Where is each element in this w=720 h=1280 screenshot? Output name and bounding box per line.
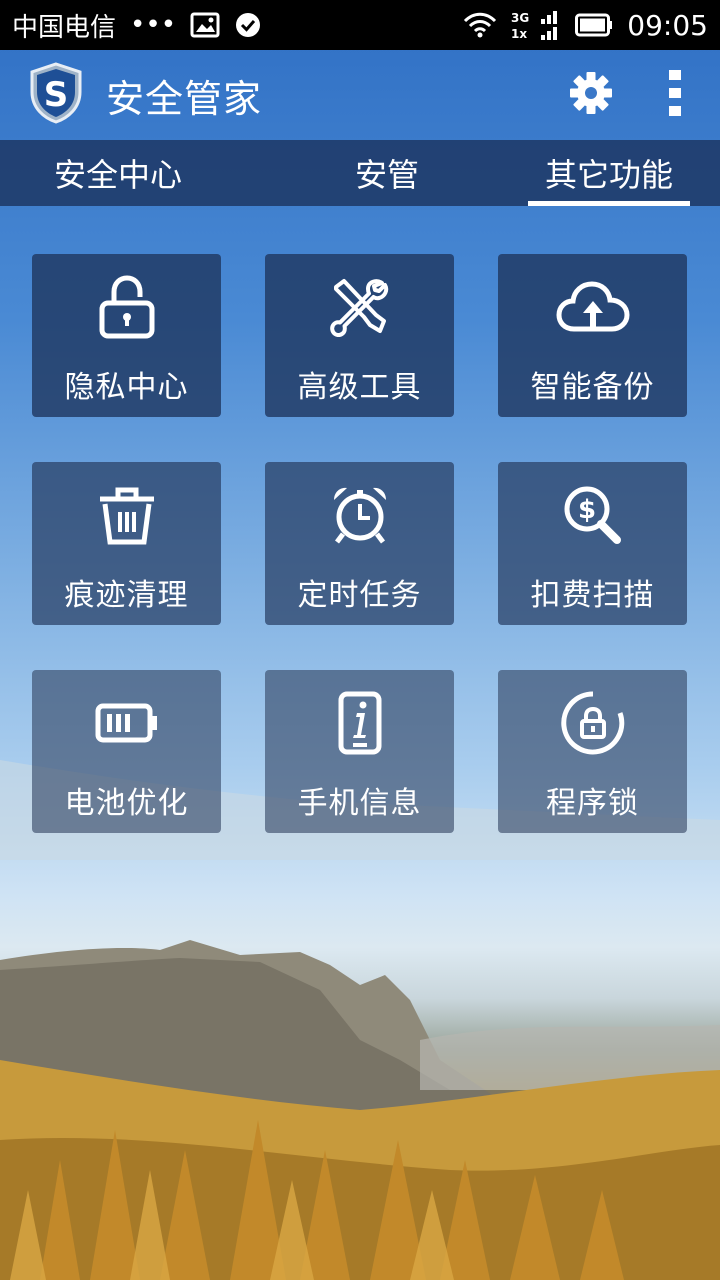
tile-label: 手机信息 xyxy=(297,786,422,821)
svg-text:3G: 3G xyxy=(511,11,529,25)
tile-label: 扣费扫描 xyxy=(530,578,655,613)
tile-label: 定时任务 xyxy=(297,578,422,613)
check-circle-icon xyxy=(234,11,262,39)
tile-label: 程序锁 xyxy=(546,786,639,821)
cellular-signal-icon: 3G 1x xyxy=(511,9,561,41)
tile-advanced-tools[interactable]: 高级工具 xyxy=(265,254,454,417)
dollar-search-icon: $ xyxy=(553,484,633,546)
lock-icon xyxy=(87,275,167,339)
svg-text:S: S xyxy=(44,75,69,115)
battery-status-icon xyxy=(575,13,613,37)
app-bar: S 安全管家 xyxy=(0,50,720,140)
circle-lock-icon xyxy=(553,691,633,755)
overflow-menu-icon[interactable] xyxy=(668,69,682,121)
tab-anguan[interactable]: 安管 xyxy=(276,140,498,206)
status-bar: 中国电信 ••• 3G 1x 09:05 xyxy=(0,0,720,50)
tile-smart-backup[interactable]: 智能备份 xyxy=(498,254,687,417)
tile-charge-scan[interactable]: $ 扣费扫描 xyxy=(498,462,687,625)
tab-bar: 安全中心 安管 其它功能 xyxy=(0,140,720,206)
svg-text:$: $ xyxy=(577,495,595,525)
clock: 09:05 xyxy=(627,8,708,42)
carrier-name: 中国电信 xyxy=(12,12,117,43)
svg-text:1x: 1x xyxy=(511,27,527,41)
tools-icon xyxy=(320,276,400,338)
tile-label: 电池优化 xyxy=(64,786,189,821)
alarm-clock-icon xyxy=(320,484,400,546)
phone-info-icon xyxy=(320,691,400,755)
more-notifications-dots: ••• xyxy=(130,10,177,40)
tile-app-lock[interactable]: 程序锁 xyxy=(498,670,687,833)
shield-logo-icon: S xyxy=(28,62,84,128)
tile-label: 智能备份 xyxy=(530,370,655,405)
wifi-icon xyxy=(463,12,497,38)
app-title: 安全管家 xyxy=(106,76,263,121)
settings-gear-icon[interactable] xyxy=(568,70,614,120)
trash-icon xyxy=(87,484,167,546)
feature-grid: 隐私中心 高级工具 智能备份 痕迹清理 定时任务 $ 扣费扫描 电池优化 手机信… xyxy=(32,254,688,833)
tile-label: 高级工具 xyxy=(297,370,422,405)
image-icon xyxy=(190,12,220,38)
tile-scheduled-tasks[interactable]: 定时任务 xyxy=(265,462,454,625)
tile-privacy-center[interactable]: 隐私中心 xyxy=(32,254,221,417)
tile-battery-optimize[interactable]: 电池优化 xyxy=(32,670,221,833)
battery-icon xyxy=(87,692,167,754)
tile-trace-cleanup[interactable]: 痕迹清理 xyxy=(32,462,221,625)
tile-label: 隐私中心 xyxy=(64,370,189,405)
tab-security-center[interactable]: 安全中心 xyxy=(0,140,276,206)
tab-other-functions[interactable]: 其它功能 xyxy=(498,140,720,206)
cloud-upload-icon xyxy=(553,276,633,338)
tile-phone-info[interactable]: 手机信息 xyxy=(265,670,454,833)
tile-label: 痕迹清理 xyxy=(64,578,189,613)
